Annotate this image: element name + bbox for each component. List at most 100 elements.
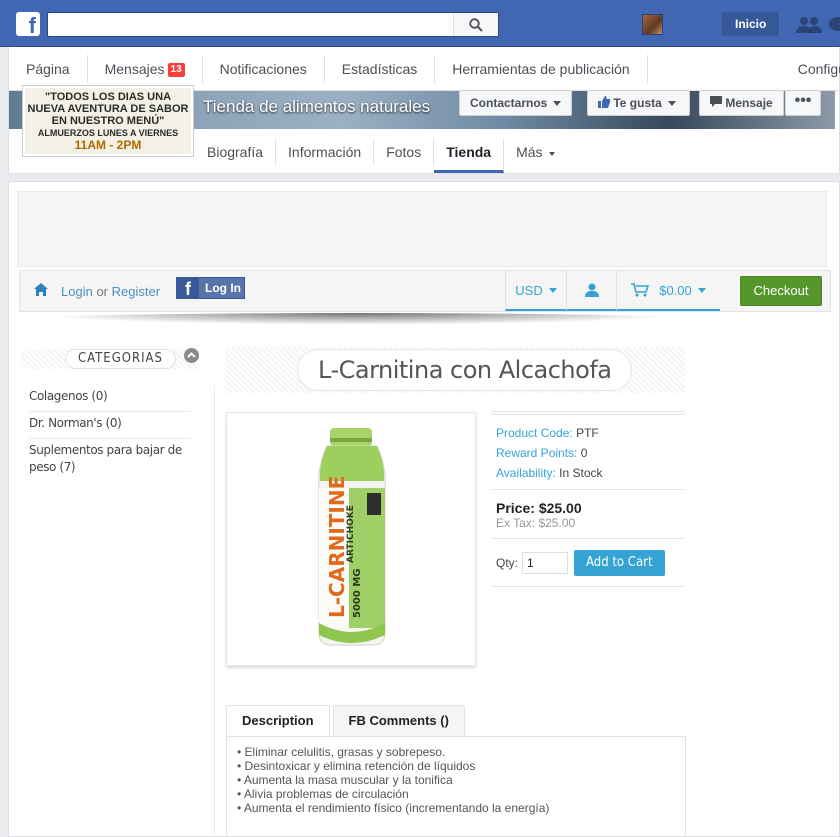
messages-count-badge: 13 [167,62,185,77]
description-item: Aumenta la masa muscular y la tonifica [237,773,675,787]
like-button[interactable]: Te gusta [587,90,690,116]
ex-tax-price: Ex Tax: $25.00 [496,516,576,530]
profile-line: EN NUESTRO MENÚ" [51,115,165,127]
message-button[interactable]: Mensaje [699,90,784,116]
more-options-button[interactable]: ••• [785,90,821,116]
reward-points-label: Reward Points: [496,446,578,460]
page-title[interactable]: Tienda de alimentos naturales [203,97,430,117]
profile-line: "TODOS LOS DIAS UNA [44,91,172,103]
home-button[interactable]: Inicio [722,12,780,36]
product-image[interactable]: L-CARNITINE 5000 MG ARTICHOKE [226,412,476,666]
cart-total: $0.00 [659,282,692,298]
sidebar-divider [214,385,215,837]
description-panel: Eliminar celulitis, grasas y sobrepeso. … [226,736,686,837]
toolbar-shadow [29,313,689,325]
categories-header: CATEGORIAS [21,349,199,369]
availability-label: Availability: [496,466,556,480]
currency-selector[interactable]: USD [505,271,566,311]
profile-line: NUEVA AVENTURA DE SABOR [27,103,189,115]
contact-button[interactable]: Contactarnos [459,90,573,116]
nav-mensajes-label: Mensajes [104,60,165,77]
register-link[interactable]: Register [112,284,160,299]
product-bottle-image: L-CARNITINE 5000 MG ARTICHOKE [318,428,386,646]
store-toolbar: Login or Register f Log In USD $0.00 Chec… [19,270,831,312]
nav-herramientas[interactable]: Herramientas de publicación [435,54,648,83]
tab-informacion[interactable]: Información [276,139,375,165]
currency-label: USD [515,282,543,298]
search-button[interactable] [453,13,498,36]
search-icon [469,17,483,32]
category-item[interactable]: Dr. Norman's (0) [29,412,191,439]
login-link[interactable]: Login [61,284,93,299]
friend-requests-icon[interactable] [796,16,822,34]
profile-line: 11AM - 2PM [74,138,142,152]
account-button[interactable] [566,271,616,311]
messages-icon[interactable] [828,16,840,34]
thumbs-up-icon [598,96,610,108]
price-block: Price: $25.00 Ex Tax: $25.00 [491,490,685,539]
tab-description[interactable]: Description [226,705,330,737]
tab-mas[interactable]: Más [504,139,566,165]
description-item: Aumenta el rendimiento físico (increment… [237,801,675,815]
product-meta: Product Code: PTF Reward Points: 0 Avail… [491,415,685,490]
product-title: L-Carnitina con Alcachofa [297,349,633,391]
store-banner [17,191,827,267]
home-icon[interactable] [34,283,48,296]
product-code-value: PTF [576,426,599,440]
reward-points-value: 0 [580,446,588,460]
nav-mensajes[interactable]: Mensajes 13 [88,54,203,83]
nav-pagina[interactable]: Página [9,54,88,83]
contact-button-label: Contactarnos [470,96,548,110]
facebook-login-label: Log In [205,281,241,295]
description-item: Desintoxicar y elimina retención de líqu… [237,759,675,773]
tab-fb-comments[interactable]: FB Comments () [332,705,465,737]
categories-title: CATEGORIAS [65,349,176,369]
add-to-cart-button[interactable]: Add to Cart [574,549,665,576]
description-list: Eliminar celulitis, grasas y sobrepeso. … [237,745,675,815]
quantity-input[interactable]: 1 [522,551,569,574]
checkout-button[interactable]: Checkout [740,276,822,306]
collapse-categories-button[interactable] [184,348,199,363]
page-tabs: Biografía Información Fotos Tienda Más [195,133,567,173]
availability: Availability: In Stock [496,463,685,483]
tab-biografia[interactable]: Biografía [195,139,277,165]
facebook-login-button[interactable]: f Log In [176,277,245,299]
availability-value: In Stock [559,466,603,480]
profile-picture[interactable]: "TODOS LOS DIAS UNA NUEVA AVENTURA DE SA… [23,86,193,156]
like-button-label: Te gusta [613,96,662,110]
search-input[interactable] [47,12,499,37]
chevron-down-icon [667,101,676,106]
nav-notificaciones[interactable]: Notificaciones [203,54,325,83]
nav-estadisticas[interactable]: Estadísticas [325,54,436,83]
user-avatar[interactable] [642,14,663,35]
quantity-row: Qty: 1 Add to Cart [491,539,685,587]
chevron-up-icon [187,352,196,358]
product-info: Product Code: PTF Reward Points: 0 Avail… [491,411,685,587]
chevron-down-icon [548,287,557,293]
product-code-label: Product Code: [496,426,573,440]
reward-points: Reward Points: 0 [496,443,685,463]
cart-button[interactable]: $0.00 [616,271,720,311]
bottle-dose-text: 5000 MG [352,569,363,618]
tab-fotos[interactable]: Fotos [374,139,435,165]
login-or-text: or [96,284,108,299]
chevron-down-icon [548,152,555,156]
product-price: Price: $25.00 [496,500,685,516]
facebook-topbar: f Inicio [0,0,840,47]
product-tabs: Description FB Comments () [226,705,468,737]
category-item[interactable]: Colagenos (0) [29,385,191,412]
facebook-f-icon: f [177,278,199,299]
facebook-logo-icon[interactable]: f [16,12,40,36]
message-button-label: Mensaje [725,96,773,110]
category-item[interactable]: Suplementos para bajar de peso (7) [29,439,191,482]
user-icon [584,283,599,297]
chevron-down-icon [553,101,562,106]
product-code: Product Code: PTF [496,423,685,443]
login-register: Login or Register [61,284,160,299]
profile-picture-text: "TODOS LOS DIAS UNA NUEVA AVENTURA DE SA… [25,88,191,154]
tab-tienda[interactable]: Tienda [434,139,505,173]
nav-configuracion[interactable]: Configu [648,55,840,83]
price-label: Price: [496,500,535,516]
category-list: Colagenos (0) Dr. Norman's (0) Suplement… [29,385,191,482]
store-frame: Login or Register f Log In USD $0.00 Chec… [8,181,840,837]
